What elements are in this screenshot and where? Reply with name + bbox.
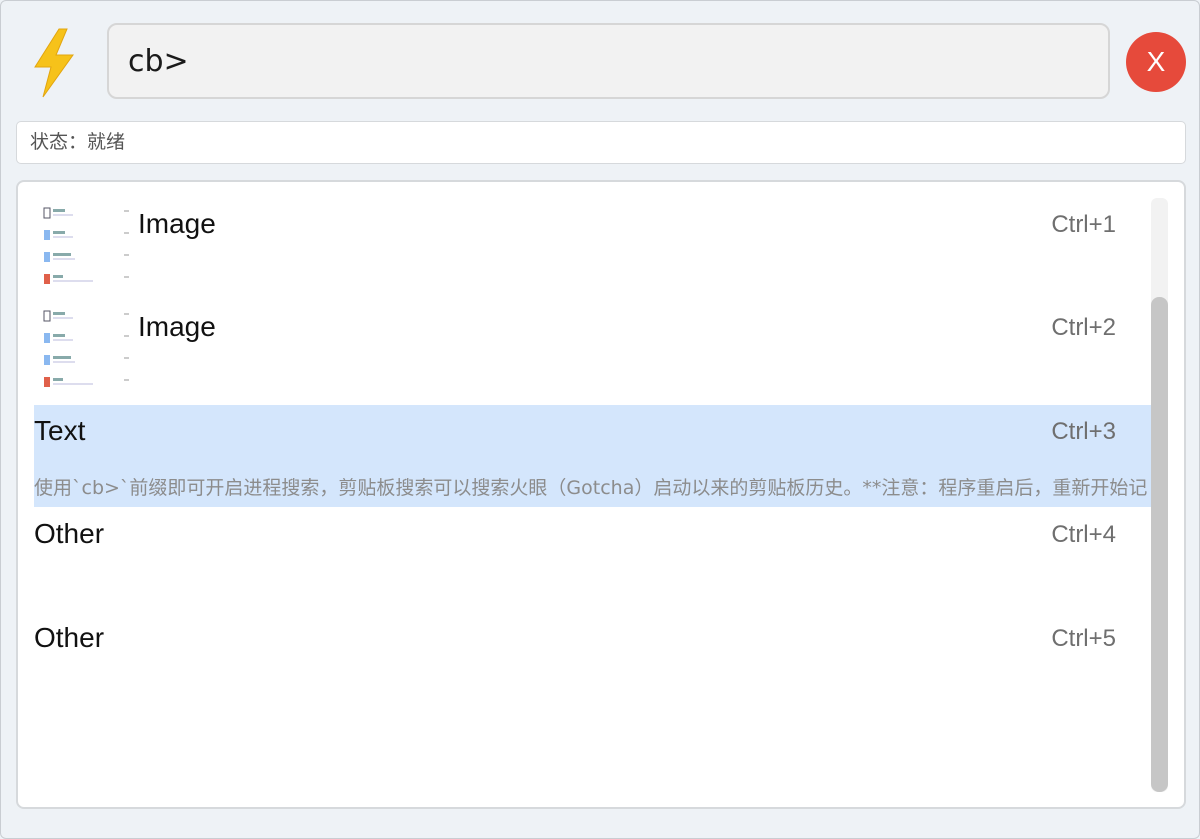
close-label: X xyxy=(1146,46,1166,77)
item-description: 使用`cb>`前缀即可开启进程搜索，剪贴板搜索可以搜索火眼（Gotcha）启动以… xyxy=(34,477,1148,499)
list-item[interactable]: Image Ctrl+1 xyxy=(34,198,1151,300)
item-title: Image xyxy=(138,311,216,342)
status-text: 状态：就绪 xyxy=(30,131,126,153)
item-shortcut: Ctrl+4 xyxy=(1051,521,1116,548)
item-title: Other xyxy=(34,518,105,549)
item-shortcut: Ctrl+5 xyxy=(1051,625,1116,652)
list-item-selected[interactable]: Text Ctrl+3 使用`cb>`前缀即可开启进程搜索，剪贴板搜索可以搜索火… xyxy=(34,405,1151,507)
list-item[interactable]: Image Ctrl+2 xyxy=(34,301,1151,403)
status-bar: 状态：就绪 xyxy=(16,121,1186,164)
close-button[interactable]: X xyxy=(1126,32,1186,92)
item-shortcut: Ctrl+2 xyxy=(1051,314,1116,341)
item-shortcut: Ctrl+1 xyxy=(1051,211,1116,238)
app-window: X 状态：就绪 xyxy=(0,0,1200,839)
image-thumbnail xyxy=(43,310,129,387)
item-title: Text xyxy=(34,415,86,446)
lightning-bolt-icon xyxy=(34,28,74,98)
item-shortcut: Ctrl+3 xyxy=(1051,418,1116,445)
list-item[interactable]: Other Ctrl+5 xyxy=(34,612,1151,714)
item-title: Other xyxy=(34,622,105,653)
list-item[interactable]: Other Ctrl+4 xyxy=(34,508,1151,610)
search-input[interactable] xyxy=(107,23,1110,99)
image-thumbnail xyxy=(43,207,129,284)
item-title: Image xyxy=(138,208,216,239)
clipboard-list: Image Ctrl+1 Image Ctrl+2 Text Ctrl+3 使用… xyxy=(16,180,1186,809)
scrollbar-thumb[interactable] xyxy=(1151,297,1168,792)
scrollbar-track[interactable] xyxy=(1151,198,1168,792)
